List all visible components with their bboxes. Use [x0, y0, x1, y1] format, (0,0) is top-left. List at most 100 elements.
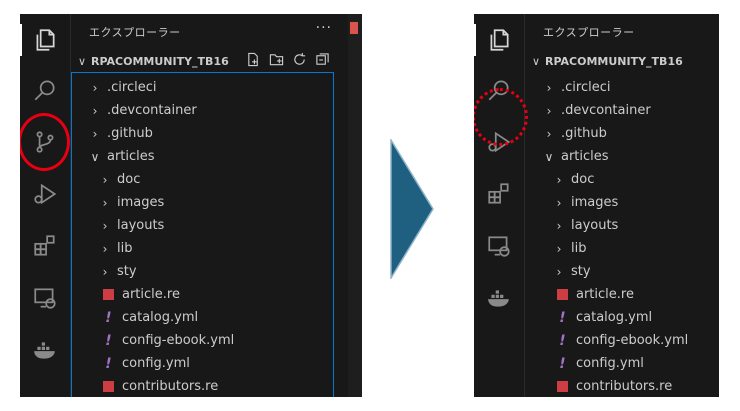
tree-item-label: article.re: [122, 287, 180, 302]
tree-item-label: catalog.yml: [122, 310, 199, 325]
tree-item[interactable]: › .devcontainer: [525, 99, 719, 122]
chevron-right-icon: ›: [546, 103, 552, 118]
tree-item[interactable]: › layouts: [525, 214, 719, 237]
workspace-name: RPACOMMUNITY_TB16: [91, 54, 229, 68]
collapse-all-icon[interactable]: [315, 52, 330, 67]
run-debug-icon[interactable]: [20, 174, 70, 214]
chevron-right-icon: ›: [102, 172, 108, 187]
tree-item-label: sty: [571, 264, 591, 279]
chevron-right-icon: ›: [546, 80, 552, 95]
tree-item[interactable]: › .devcontainer: [71, 99, 352, 122]
tree-item-label: articles: [107, 149, 155, 164]
tree-item[interactable]: ! catalog.yml: [525, 306, 719, 329]
chevron-right-icon: ›: [92, 103, 98, 118]
tree-item[interactable]: › lib: [71, 237, 352, 260]
tree-item[interactable]: ∨ articles: [525, 145, 719, 168]
tree-item-label: config.yml: [576, 356, 644, 371]
extensions-icon[interactable]: [474, 174, 524, 214]
tree-item[interactable]: ! config-ebook.yml: [71, 329, 352, 352]
tree-item[interactable]: ! config.yml: [525, 352, 719, 375]
tree-item[interactable]: › images: [525, 191, 719, 214]
chevron-right-icon: ›: [556, 172, 562, 187]
removed-source-control-highlight-circle: [474, 88, 528, 146]
explorer-icon[interactable]: [474, 20, 524, 60]
explorer-title: エクスプローラー: [543, 26, 635, 39]
explorer-header-actions: [246, 52, 330, 67]
activity-bar: [20, 14, 71, 397]
chevron-right-icon: ›: [556, 264, 562, 279]
chevron-down-icon: ∨: [544, 149, 554, 164]
tree-item[interactable]: ! config-ebook.yml: [525, 329, 719, 352]
chevron-right-icon: ›: [102, 264, 108, 279]
tree-item-label: .github: [561, 126, 607, 141]
chevron-right-icon: ›: [546, 126, 552, 141]
chevron-right-icon: ›: [102, 195, 108, 210]
editor-tab-marker: [350, 22, 358, 34]
yaml-file-icon: !: [559, 332, 566, 349]
source-control-highlight-circle: [20, 113, 70, 171]
tree-item[interactable]: contributors.re: [71, 375, 352, 397]
docker-icon[interactable]: [474, 278, 524, 318]
chevron-right-icon: ›: [556, 195, 562, 210]
workspace-name: RPACOMMUNITY_TB16: [545, 54, 683, 68]
yaml-file-icon: !: [559, 355, 566, 372]
tree-item[interactable]: › layouts: [71, 214, 352, 237]
tree-item-label: sty: [117, 264, 137, 279]
remote-explorer-icon[interactable]: [474, 226, 524, 266]
tree-item[interactable]: › .github: [525, 122, 719, 145]
file-tree: › .circleci › .devcontainer › .github ∨ article…: [71, 76, 352, 397]
chevron-down-icon: ∨: [90, 149, 100, 164]
tree-item-label: layouts: [571, 218, 619, 233]
tree-item[interactable]: › lib: [525, 237, 719, 260]
file-tree: › .circleci › .devcontainer › .github ∨ article…: [525, 76, 719, 397]
tree-item[interactable]: › images: [71, 191, 352, 214]
tree-item[interactable]: ! catalog.yml: [71, 306, 352, 329]
chevron-right-icon: ›: [92, 80, 98, 95]
tree-item-label: .devcontainer: [107, 103, 197, 118]
before-screenshot-panel: エクスプローラー ··· ∨ RPACOMMUNITY_TB16 › .circl…: [20, 14, 352, 397]
chevron-right-icon: ›: [556, 218, 562, 233]
new-file-icon[interactable]: [246, 52, 261, 67]
tree-item[interactable]: article.re: [71, 283, 352, 306]
tree-item-label: images: [117, 195, 165, 210]
tree-item-label: article.re: [576, 287, 634, 302]
tree-item-label: doc: [117, 172, 141, 187]
tree-item-label: doc: [571, 172, 595, 187]
tree-item[interactable]: article.re: [525, 283, 719, 306]
workspace-folder-header[interactable]: ∨ RPACOMMUNITY_TB16: [71, 50, 352, 72]
workspace-folder-header[interactable]: ∨ RPACOMMUNITY_TB16: [525, 50, 719, 72]
tree-item[interactable]: › .circleci: [525, 76, 719, 99]
explorer-icon[interactable]: [20, 20, 70, 60]
tree-item[interactable]: › .circleci: [71, 76, 352, 99]
tree-item-label: .circleci: [561, 80, 611, 95]
tree-item[interactable]: contributors.re: [525, 375, 719, 397]
tree-item[interactable]: ! config.yml: [71, 352, 352, 375]
tree-item[interactable]: › sty: [71, 260, 352, 283]
explorer-sidebar: エクスプローラー ∨ RPACOMMUNITY_TB16 › .circleci ›…: [525, 14, 719, 397]
docker-icon[interactable]: [20, 330, 70, 370]
explorer-title: エクスプローラー: [89, 26, 181, 39]
tree-item-label: lib: [117, 241, 133, 256]
chevron-down-icon: ∨: [77, 54, 87, 68]
tree-item-label: .github: [107, 126, 153, 141]
tree-item[interactable]: ∨ articles: [71, 145, 352, 168]
remote-explorer-icon[interactable]: [20, 278, 70, 318]
arrow-right-icon: [390, 139, 434, 279]
re-file-icon: [103, 289, 114, 300]
tree-item[interactable]: › doc: [71, 168, 352, 191]
extensions-icon[interactable]: [20, 226, 70, 266]
activity-bar: [474, 14, 525, 397]
refresh-icon[interactable]: [292, 52, 307, 67]
tree-item[interactable]: › sty: [525, 260, 719, 283]
more-actions-button[interactable]: ···: [316, 20, 332, 36]
new-folder-icon[interactable]: [269, 52, 284, 67]
yaml-file-icon: !: [105, 309, 112, 326]
tree-item-label: config-ebook.yml: [576, 333, 689, 348]
editor-strip: [348, 14, 362, 397]
chevron-right-icon: ›: [556, 241, 562, 256]
tree-item[interactable]: › doc: [525, 168, 719, 191]
yaml-file-icon: !: [105, 355, 112, 372]
tree-item-label: config-ebook.yml: [122, 333, 235, 348]
search-icon[interactable]: [20, 70, 70, 110]
tree-item[interactable]: › .github: [71, 122, 352, 145]
